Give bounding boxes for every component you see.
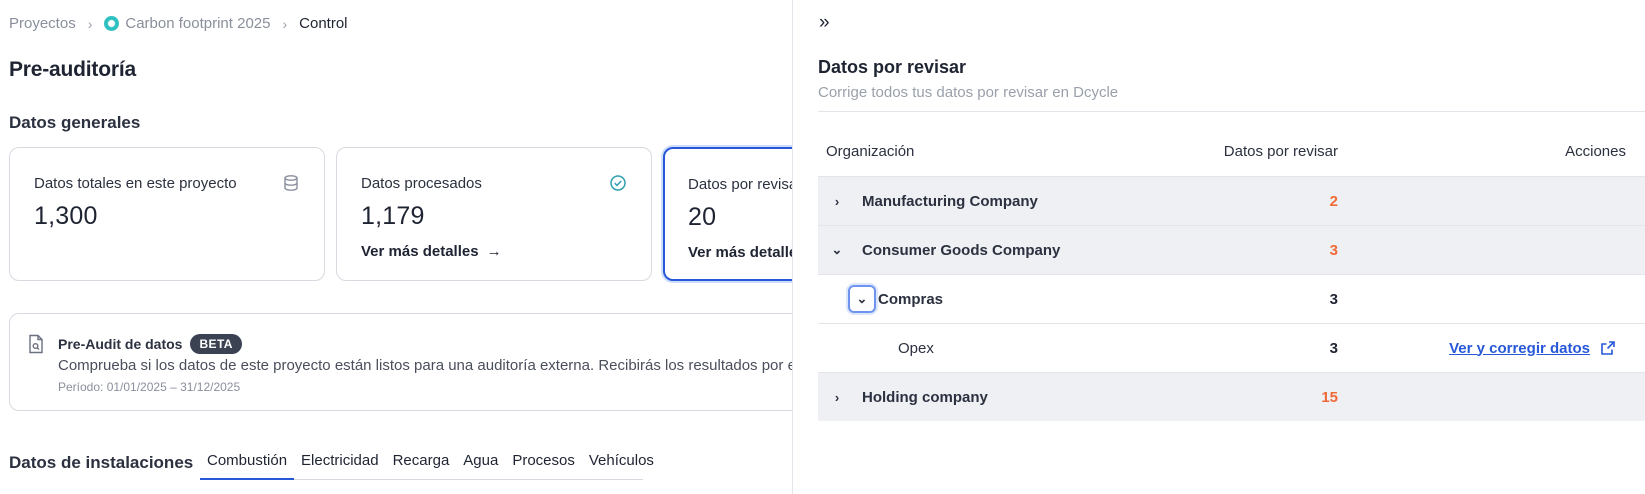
- column-header-organization: Organización: [826, 143, 915, 160]
- card-value: 1,300: [34, 202, 98, 230]
- pending-count: 3: [1329, 339, 1338, 357]
- column-header-pending: Datos por revisar: [1223, 143, 1338, 160]
- card-processed-data: Datos procesados 1,179 Ver más detalles …: [336, 147, 652, 281]
- card-label: Datos procesados: [361, 175, 482, 192]
- chevron-right-icon: ›: [87, 15, 93, 32]
- org-name: Opex: [898, 339, 934, 357]
- table-row: ⌄ Compras 3: [818, 274, 1645, 323]
- chevron-down-icon[interactable]: ⌄: [848, 285, 876, 313]
- collapse-panel-icon[interactable]: »: [819, 12, 830, 34]
- section-title-general: Datos generales: [9, 113, 141, 132]
- see-more-details-link[interactable]: Ver más detalles: [688, 244, 800, 261]
- chevron-right-icon[interactable]: ›: [826, 194, 848, 209]
- preaudit-description: Comprueba si los datos de este proyecto …: [58, 357, 800, 374]
- project-icon: [104, 16, 120, 31]
- breadcrumb-current: Control: [299, 15, 348, 32]
- view-and-fix-data-link[interactable]: Ver y corregir datos: [1449, 340, 1616, 357]
- org-name: Manufacturing Company: [862, 192, 1038, 210]
- row-org: › Manufacturing Company: [818, 193, 1218, 210]
- main-content: Proyectos › Carbon footprint 2025 › Cont…: [0, 0, 800, 494]
- table-row: › Manufacturing Company 2: [818, 176, 1645, 225]
- card-label: Datos por revisar: [688, 176, 800, 193]
- arrow-right-icon: →: [486, 243, 502, 260]
- check-circle-icon: [610, 175, 626, 191]
- preaudit-title: Pre-Audit de datos BETA: [58, 334, 242, 354]
- tab-vehicles[interactable]: Vehículos: [582, 446, 661, 479]
- pending-count: 3: [1329, 241, 1338, 259]
- card-value: 20: [688, 203, 717, 231]
- pending-count: 3: [1329, 290, 1338, 308]
- pending-data-panel: » Datos por revisar Corrige todos tus da…: [792, 0, 1645, 494]
- card-pending-data[interactable]: Datos por revisar 20 Ver más detalles: [663, 147, 800, 281]
- installations-tabs: Combustión Electricidad Recarga Agua Pro…: [200, 446, 654, 480]
- tab-water[interactable]: Agua: [456, 446, 505, 479]
- link-label: Ver y corregir datos: [1449, 339, 1590, 357]
- chevron-right-icon[interactable]: ›: [826, 390, 848, 405]
- card-label: Datos totales en este proyecto: [34, 175, 237, 192]
- table-header: Organización Datos por revisar Acciones: [818, 127, 1645, 176]
- pending-count: 2: [1329, 192, 1338, 210]
- panel-title: Datos por revisar: [818, 57, 967, 77]
- table-row: ⌄ Consumer Goods Company 3: [818, 225, 1645, 274]
- tab-electricity[interactable]: Electricidad: [294, 446, 386, 479]
- installations-title: Datos de instalaciones: [9, 453, 194, 472]
- pending-count: 15: [1321, 388, 1338, 406]
- row-org: Opex: [818, 340, 1218, 357]
- chevron-down-icon[interactable]: ⌄: [826, 242, 848, 258]
- column-header-actions: Acciones: [1565, 143, 1626, 160]
- breadcrumb: Proyectos › Carbon footprint 2025 › Cont…: [9, 15, 348, 32]
- tab-processes[interactable]: Procesos: [505, 446, 582, 479]
- table-row: Opex 3 Ver y corregir datos: [818, 323, 1645, 372]
- card-total-data: Datos totales en este proyecto 1,300: [9, 147, 325, 281]
- preaudit-period: Período: 01/01/2025 – 31/12/2025: [58, 380, 241, 394]
- row-org: ⌄ Compras: [818, 285, 1218, 313]
- beta-badge: BETA: [190, 334, 242, 354]
- row-actions: Ver y corregir datos: [1338, 340, 1645, 357]
- row-org: ⌄ Consumer Goods Company: [818, 242, 1218, 259]
- tab-recharge[interactable]: Recarga: [386, 446, 457, 479]
- panel-subtitle: Corrige todos tus datos por revisar en D…: [818, 84, 1119, 101]
- page-title: Pre-auditoría: [9, 58, 136, 81]
- link-label: Ver más detalles: [361, 243, 479, 260]
- card-value: 1,179: [361, 202, 425, 230]
- database-icon: [284, 175, 298, 191]
- breadcrumb-project[interactable]: Carbon footprint 2025: [125, 15, 270, 32]
- document-search-icon: [29, 334, 43, 354]
- org-name: Holding company: [862, 388, 988, 406]
- breadcrumb-projects[interactable]: Proyectos: [9, 15, 76, 32]
- row-org: › Holding company: [818, 389, 1218, 406]
- external-link-icon: [1601, 341, 1615, 355]
- tab-combustion[interactable]: Combustión: [200, 446, 295, 480]
- divider: [818, 111, 1645, 112]
- preaudit-card: Pre-Audit de datos BETA Comprueba si los…: [9, 313, 800, 411]
- see-more-details-link[interactable]: Ver más detalles →: [361, 243, 502, 260]
- table-row: › Holding company 15: [818, 372, 1645, 421]
- link-label: Ver más detalles: [688, 244, 800, 261]
- chevron-right-icon: ›: [282, 15, 288, 32]
- preaudit-title-text: Pre-Audit de datos: [58, 336, 183, 352]
- org-name: Compras: [878, 290, 944, 308]
- pending-data-table: Organización Datos por revisar Acciones …: [818, 127, 1645, 421]
- org-name: Consumer Goods Company: [862, 241, 1061, 259]
